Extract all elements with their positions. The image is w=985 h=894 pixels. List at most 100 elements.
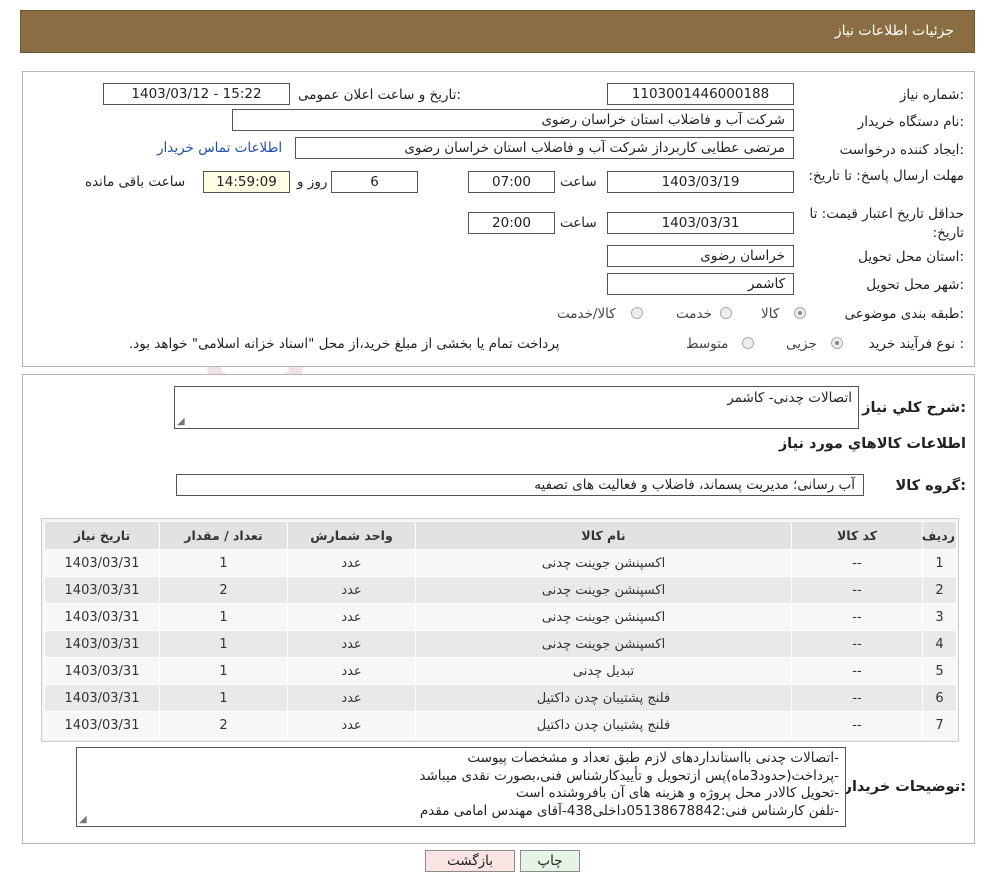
price-validity-time-field: 20:00 — [468, 212, 555, 234]
cell-row-number: 6 — [922, 684, 957, 712]
goods-group-field: آب رسانی؛ مدیریت پسماند، فاضلاب و فعالیت… — [176, 474, 864, 496]
cell-date: 1403/03/31 — [44, 684, 160, 712]
col-header-unit: واحد شمارش — [287, 521, 416, 550]
cell-quantity: 1 — [159, 630, 288, 658]
category-option-service: خدمت — [676, 306, 712, 322]
cell-quantity: 1 — [159, 657, 288, 685]
process-radio-medium[interactable] — [742, 337, 754, 349]
cell-quantity: 2 — [159, 576, 288, 604]
creator-label: ایجاد کننده درخواست: — [839, 142, 964, 158]
table-header-row: رديف کد کالا نام کالا واحد شمارش تعداد /… — [44, 521, 957, 550]
process-option-medium: متوسط — [686, 336, 729, 352]
price-validity-date-field: 1403/03/31 — [607, 212, 794, 234]
cell-date: 1403/03/31 — [44, 630, 160, 658]
buyer-org-label: نام دستگاه خریدار: — [857, 114, 964, 130]
cell-name: اکسپنشن جوینت چدنی — [415, 603, 792, 631]
need-number-label: شماره نیاز: — [899, 87, 964, 103]
deadline-time-word: ساعت — [560, 174, 597, 190]
buyer-notes-label: توضيحات خريدار: — [843, 779, 966, 795]
cell-unit: عدد — [287, 657, 416, 685]
cell-unit: عدد — [287, 630, 416, 658]
cell-name: اکسپنشن جوینت چدنی — [415, 576, 792, 604]
back-button[interactable]: بازگشت — [425, 850, 515, 872]
col-header-row-number: رديف — [922, 521, 957, 550]
deadline-label: مهلت ارسال پاسخ: تا تاریخ: — [808, 168, 964, 184]
category-option-goods-service: کالا/خدمت — [557, 306, 616, 322]
cell-unit: عدد — [287, 711, 416, 739]
cell-unit: عدد — [287, 549, 416, 577]
table-row: 3 -- اکسپنشن جوینت چدنی عدد 1 1403/03/31 — [44, 603, 957, 631]
cell-date: 1403/03/31 — [44, 576, 160, 604]
city-field: کاشمر — [607, 273, 794, 295]
remaining-days-field: 6 — [331, 171, 418, 193]
table-row: 4 -- اکسپنشن جوینت چدنی عدد 1 1403/03/31 — [44, 630, 957, 658]
goods-table: رديف کد کالا نام کالا واحد شمارش تعداد /… — [44, 521, 957, 739]
buyer-org-field: شرکت آب و فاضلاب استان خراسان رضوی — [232, 109, 794, 131]
deadline-date-field: 1403/03/19 — [607, 171, 794, 193]
price-validity-time-word: ساعت — [560, 215, 597, 231]
goods-table-body: 1 -- اکسپنشن جوینت چدنی عدد 1 1403/03/31 2 -- اک… — [44, 549, 957, 739]
cell-unit: عدد — [287, 603, 416, 631]
table-row: 2 -- اکسپنشن جوینت چدنی عدد 2 1403/03/31 — [44, 576, 957, 604]
cell-row-number: 4 — [922, 630, 957, 658]
cell-code: -- — [791, 549, 923, 577]
deadline-time-field: 07:00 — [468, 171, 555, 193]
cell-date: 1403/03/31 — [44, 711, 160, 739]
cell-quantity: 2 — [159, 711, 288, 739]
table-row: 5 -- تبدیل چدنی عدد 1 1403/03/31 — [44, 657, 957, 685]
cell-row-number: 3 — [922, 603, 957, 631]
category-radio-goods-service[interactable] — [631, 307, 643, 319]
summary-textarea[interactable]: اتصالات چدنی- کاشمر ◢ — [174, 386, 859, 429]
cell-quantity: 1 — [159, 684, 288, 712]
resize-grip-icon[interactable]: ◢ — [79, 815, 87, 825]
summary-text: اتصالات چدنی- کاشمر — [727, 390, 852, 406]
table-row: 6 -- فلنج پشتیبان چدن داکتیل عدد 1 1403/03/31 — [44, 684, 957, 712]
announce-field: 1403/03/12 - 15:22 — [103, 83, 290, 105]
city-label: شهر محل تحویل: — [866, 277, 964, 293]
process-option-minor: جزیی — [786, 336, 817, 352]
buyer-notes-textarea[interactable]: -اتصالات چدنی بااستانداردهای لازم طبق تع… — [76, 747, 846, 827]
table-row: 7 -- فلنج پشتیبان چدن داکتیل عدد 2 1403/03/31 — [44, 711, 957, 739]
process-radio-minor[interactable] — [831, 337, 843, 349]
buyer-notes-line: -تحویل کالادر محل پروژه و هزینه های آن ب… — [516, 785, 839, 801]
announce-label: تاریخ و ساعت اعلان عمومی: — [298, 87, 461, 103]
remaining-label: ساعت باقی مانده — [85, 174, 186, 190]
cell-unit: عدد — [287, 684, 416, 712]
goods-table-container: رديف کد کالا نام کالا واحد شمارش تعداد /… — [41, 518, 959, 742]
cell-code: -- — [791, 684, 923, 712]
col-header-name: نام کالا — [415, 521, 792, 550]
goods-group-label: گروه کالا: — [895, 478, 966, 494]
cell-name: فلنج پشتیبان چدن داکتیل — [415, 684, 792, 712]
cell-row-number: 5 — [922, 657, 957, 685]
cell-date: 1403/03/31 — [44, 603, 160, 631]
cell-name: تبدیل چدنی — [415, 657, 792, 685]
page-header: جزئیات اطلاعات نیاز — [20, 10, 975, 53]
resize-grip-icon[interactable]: ◢ — [177, 417, 185, 427]
process-note: پرداخت تمام یا بخشی از مبلغ خرید،از محل … — [129, 336, 560, 352]
page-title: جزئیات اطلاعات نیاز — [834, 23, 954, 39]
cell-row-number: 1 — [922, 549, 957, 577]
cell-code: -- — [791, 657, 923, 685]
category-radio-service[interactable] — [720, 307, 732, 319]
cell-name: اکسپنشن جوینت چدنی — [415, 630, 792, 658]
buyer-notes-line: -اتصالات چدنی بااستانداردهای لازم طبق تع… — [467, 750, 839, 766]
goods-details-panel: شرح کلي نياز: اتصالات چدنی- کاشمر ◢ اطلا… — [22, 374, 975, 844]
cell-row-number: 2 — [922, 576, 957, 604]
province-field: خراسان رضوی — [607, 245, 794, 267]
buyer-notes-line: -تلفن کارشناس فنی:05138678842داخلی438-آق… — [419, 802, 839, 819]
col-header-quantity: تعداد / مقدار — [159, 521, 288, 550]
cell-quantity: 1 — [159, 549, 288, 577]
buyer-contact-link[interactable]: اطلاعات تماس خریدار — [157, 140, 282, 156]
cell-date: 1403/03/31 — [44, 549, 160, 577]
cell-quantity: 1 — [159, 603, 288, 631]
category-label: طبقه بندی موضوعی: — [844, 306, 964, 322]
category-option-goods: کالا — [761, 306, 780, 322]
process-label: نوع فرآیند خرید : — [868, 336, 964, 352]
goods-info-title: اطلاعات کالاهاي مورد نياز — [778, 436, 966, 452]
category-radio-goods[interactable] — [794, 307, 806, 319]
price-validity-label: حداقل تاریخ اعتبار قیمت: تا تاریخ: — [809, 206, 964, 241]
col-header-date: تاریخ نیاز — [44, 521, 160, 550]
day-and-label: روز و — [297, 174, 328, 190]
print-button[interactable]: چاپ — [520, 850, 580, 872]
buyer-notes-line: -پرداخت(حدود3ماه)پس ازتحویل و تأییدکارشن… — [419, 767, 839, 784]
